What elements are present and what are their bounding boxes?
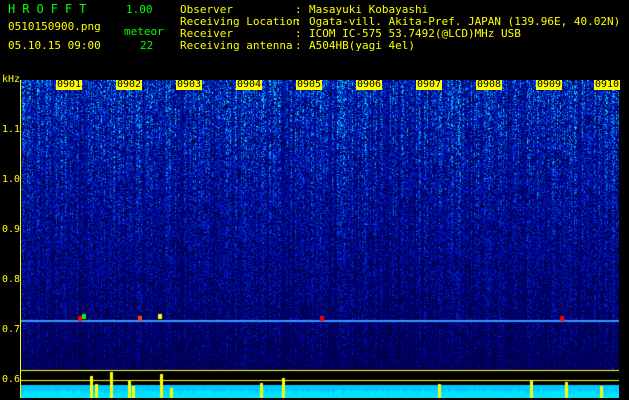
filename-label: 0510150900.png bbox=[8, 20, 101, 33]
x-tick-label: 0905 bbox=[296, 79, 323, 90]
y-tick-label: 0.6 bbox=[2, 374, 21, 385]
info-value: A504HB(yagi 4el) bbox=[309, 39, 415, 52]
x-tick-label: 0904 bbox=[236, 79, 263, 90]
x-tick-label: 0903 bbox=[176, 79, 203, 90]
x-tick-label: 0907 bbox=[416, 79, 443, 90]
info-key: Receiving antenna bbox=[180, 39, 293, 52]
y-axis-line bbox=[20, 80, 21, 398]
x-tick-label: 0910 bbox=[594, 79, 621, 90]
x-tick-label: 0906 bbox=[356, 79, 383, 90]
y-tick-label: 0.9 bbox=[2, 224, 21, 235]
x-tick-label: 0908 bbox=[476, 79, 503, 90]
datetime-label: 05.10.15 09:00 bbox=[8, 39, 101, 52]
x-tick-label: 0909 bbox=[536, 79, 563, 90]
spectrogram-canvas bbox=[20, 80, 619, 398]
version-label: 1.00 bbox=[126, 3, 153, 16]
y-tick-label: 0.7 bbox=[2, 324, 21, 335]
x-tick-label: 0902 bbox=[116, 79, 143, 90]
meteor-count: 22 bbox=[140, 39, 154, 52]
station-info: Observer: Masayuki Kobayashi Receiving L… bbox=[180, 4, 620, 52]
y-tick-label: 1.1 bbox=[2, 124, 21, 135]
meteor-label: meteor bbox=[124, 25, 164, 38]
y-tick-label: 1.0 bbox=[2, 174, 21, 185]
info-row-antenna: Receiving antenna: A504HB(yagi 4el) bbox=[180, 39, 415, 52]
app-title: HROFFT bbox=[8, 2, 94, 16]
x-tick-label: 0901 bbox=[56, 79, 83, 90]
y-tick-label: 0.8 bbox=[2, 274, 21, 285]
y-unit-label: kHz bbox=[2, 74, 21, 85]
